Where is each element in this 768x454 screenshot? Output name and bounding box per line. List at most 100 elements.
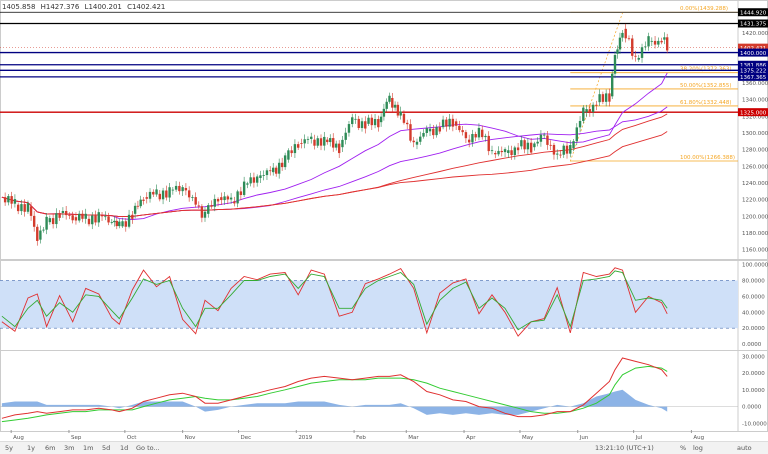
candle-up <box>262 175 265 176</box>
stochastic-tick-label: 80.0000 <box>742 278 765 284</box>
timeframe-3m[interactable]: 3m <box>64 444 74 452</box>
candle-down <box>252 177 256 183</box>
candle-up <box>171 189 175 191</box>
candle-up <box>613 55 617 74</box>
candle-up <box>539 134 543 142</box>
candle-down <box>377 119 380 128</box>
price-tick-label: 1160.000 <box>742 248 768 254</box>
candle-down <box>364 121 367 129</box>
candle-down <box>412 140 415 143</box>
candle-down <box>660 40 663 43</box>
candle-down <box>552 144 556 155</box>
candle-up <box>329 138 332 143</box>
candle-down <box>454 121 458 126</box>
candle-up <box>657 40 660 45</box>
candle-up <box>293 144 297 154</box>
timeframe-1m[interactable]: 1m <box>83 444 93 452</box>
price-tick-label: 1360.000 <box>742 81 768 87</box>
candle-up <box>393 104 397 108</box>
candle-up <box>42 229 45 231</box>
candle-up <box>323 136 326 146</box>
candle-up <box>526 142 530 150</box>
candle-up <box>78 213 81 221</box>
candle-up <box>259 175 262 178</box>
candle-up <box>611 73 614 97</box>
candle-down <box>300 143 303 144</box>
chart-window: 1420.0001400.0001380.0001360.0001340.000… <box>0 0 768 454</box>
price-axis-tag-label: 1325.000 <box>740 110 767 116</box>
candle-up <box>139 199 142 207</box>
candle-up <box>484 135 487 138</box>
price-axis-tag-label: 1431.375 <box>740 22 767 28</box>
candle-up <box>616 49 619 54</box>
candle-up <box>477 127 481 138</box>
candle-up <box>155 189 158 195</box>
timeframe-1y[interactable]: 1y <box>27 444 35 452</box>
candle-down <box>74 217 78 221</box>
stochastic-tick-label: 100.0000 <box>742 263 768 269</box>
candle-down <box>216 198 220 202</box>
goto-date[interactable]: Go to... <box>136 444 160 452</box>
candle-up <box>26 203 30 212</box>
candle-down <box>445 119 448 127</box>
candle-down <box>136 205 140 207</box>
candle-up <box>341 139 344 148</box>
candle-up <box>536 141 539 144</box>
candle-down <box>402 113 406 123</box>
macd-pane-frame <box>0 350 768 432</box>
candle-down <box>233 201 236 204</box>
candle-down <box>409 124 412 141</box>
timeframe-5d[interactable]: 5d <box>102 444 110 452</box>
macd-tick-label: 10.0000 <box>742 388 765 394</box>
candle-down <box>58 213 61 218</box>
candle-down <box>451 118 455 127</box>
timeframe-6m[interactable]: 6m <box>45 444 55 452</box>
candle-up <box>399 111 402 116</box>
candle-up <box>582 107 585 121</box>
price-tick-label: 1340.000 <box>742 98 768 104</box>
candle-down <box>319 138 323 146</box>
percent-toggle[interactable]: % <box>680 444 686 452</box>
candle-up <box>277 162 281 174</box>
candle-up <box>61 210 65 213</box>
log-toggle[interactable]: log <box>693 444 703 452</box>
candle-up <box>569 145 572 154</box>
candle-down <box>510 150 513 156</box>
auto-toggle[interactable]: auto <box>737 444 752 452</box>
timeframe-5y[interactable]: 5y <box>5 444 13 452</box>
candle-up <box>213 198 216 207</box>
candle-down <box>87 218 91 225</box>
candle-down <box>516 147 520 151</box>
clock-readout: 13:21:10 (UTC+1) <box>595 444 654 452</box>
stochastic-tick-label: 0.0000 <box>742 342 762 348</box>
candle-up <box>344 132 347 140</box>
candle-up <box>246 183 249 185</box>
candle-down <box>94 215 97 223</box>
candle-down <box>494 153 497 155</box>
candle-up <box>513 147 517 156</box>
candle-down <box>145 197 148 199</box>
candle-up <box>422 132 425 137</box>
candle-down <box>481 129 484 138</box>
candle-up <box>415 141 419 145</box>
candle-up <box>39 230 42 240</box>
candle-up <box>379 116 383 123</box>
candle-up <box>572 141 575 148</box>
candle-down <box>165 190 168 198</box>
candle-down <box>559 154 562 156</box>
chart-canvas[interactable]: 1420.0001400.0001380.0001360.0001340.000… <box>0 0 768 441</box>
candle-down <box>357 118 360 129</box>
candle-up <box>388 95 391 102</box>
price-tick-label: 1200.000 <box>742 214 768 220</box>
moving-average-300 <box>1 131 668 218</box>
candle-down <box>226 196 230 200</box>
candle-up <box>618 37 622 50</box>
candle-down <box>187 190 191 198</box>
candle-up <box>113 220 116 223</box>
timeframe-1d[interactable]: 1d <box>120 444 128 452</box>
candle-down <box>549 144 552 146</box>
fib-level-label: 0.00%(1439.288) <box>680 6 728 12</box>
candle-down <box>523 140 526 150</box>
ohlc-open: 1405.858 <box>2 3 36 11</box>
ohlc-readout: 1405.858 H1427.376 L1400.201 C1402.421 <box>2 3 168 11</box>
